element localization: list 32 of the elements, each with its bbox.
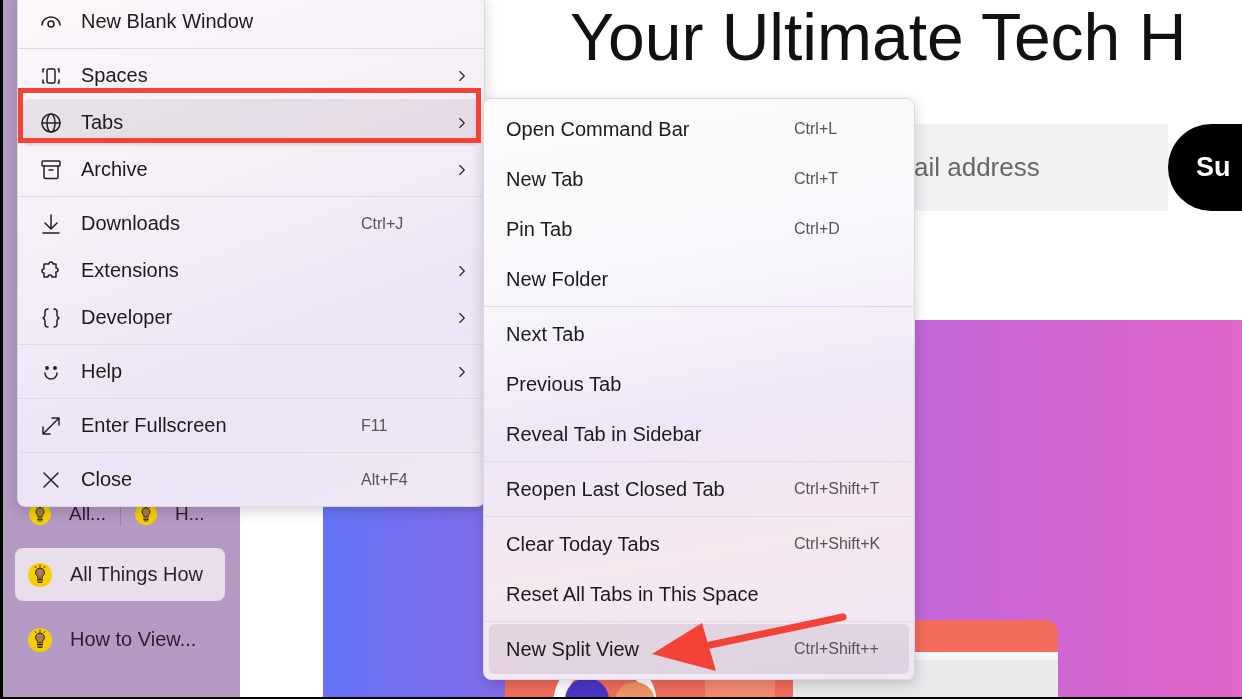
menu-item[interactable]: Open Command Bar Ctrl+L	[489, 104, 909, 154]
menu-item[interactable]: New Blank Window	[23, 0, 479, 45]
menu-item[interactable]: Clear Today Tabs Ctrl+Shift+K	[489, 519, 909, 569]
menu-item[interactable]: Enter Fullscreen F11	[23, 402, 479, 449]
menu-item[interactable]: New Split View Ctrl+Shift++	[489, 624, 909, 674]
menu-item[interactable]: Previous Tab	[489, 359, 909, 409]
archive-box-icon	[39, 157, 63, 182]
menu-item[interactable]: Spaces	[23, 52, 479, 99]
sidebar-tab[interactable]: All Things How	[15, 548, 225, 601]
menu-item[interactable]: Developer	[23, 294, 479, 341]
menu-item[interactable]: Downloads Ctrl+J	[23, 200, 479, 247]
globe-icon	[39, 110, 63, 135]
menu-item[interactable]: Reveal Tab in Sidebar	[489, 409, 909, 459]
download-icon	[39, 211, 63, 236]
menu-item[interactable]: New Folder	[489, 254, 909, 304]
menu-item[interactable]: Reopen Last Closed Tab Ctrl+Shift+T	[489, 464, 909, 514]
menu-item[interactable]: Next Tab	[489, 309, 909, 359]
menu-item[interactable]: Help	[23, 348, 479, 395]
menu-item[interactable]: Extensions	[23, 247, 479, 294]
lightbulb-icon	[28, 627, 52, 652]
menu-item[interactable]: New Tab Ctrl+T	[489, 154, 909, 204]
lightbulb-icon	[28, 562, 52, 587]
menu-item[interactable]: Tabs	[23, 99, 479, 146]
menu-item[interactable]: Pin Tab Ctrl+D	[489, 204, 909, 254]
email-field[interactable]: ail address	[912, 124, 1168, 211]
subscribe-button[interactable]: Su	[1168, 124, 1242, 211]
sidebar-tab[interactable]: How to View...	[15, 613, 225, 666]
braces-icon	[39, 305, 63, 330]
page-heading: Your Ultimate Tech H	[570, 0, 1187, 76]
menu-item[interactable]: Close Alt+F4	[23, 456, 479, 503]
menu-item[interactable]: Archive	[23, 146, 479, 193]
menu-item[interactable]: Reset All Tabs in This Space	[489, 569, 909, 619]
